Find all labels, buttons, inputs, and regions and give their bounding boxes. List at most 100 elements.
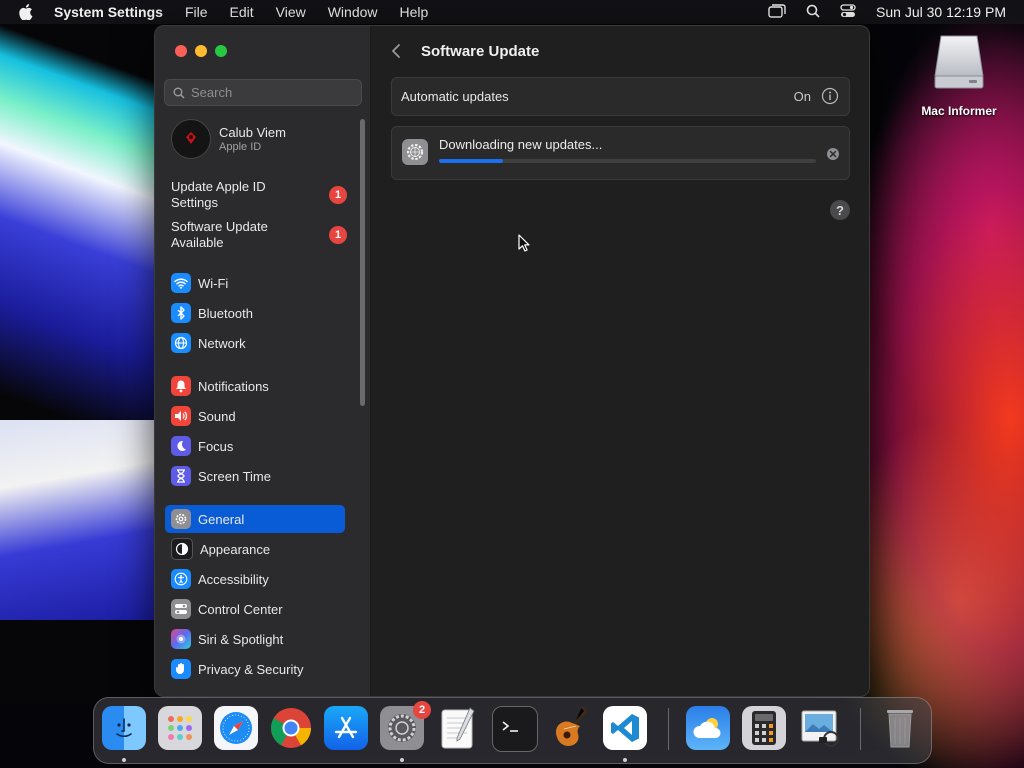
notice-badge: 1 [329,226,347,244]
dock-textedit-icon[interactable] [436,706,480,750]
sidebar-item-label: Focus [198,438,234,454]
sidebar-item-appearance[interactable]: Appearance [165,535,345,563]
notice-label: Software Update Available [171,219,268,250]
dock-running-indicator [400,758,404,762]
sidebar-item-privacy-security[interactable]: Privacy & Security [165,655,345,683]
menu-view[interactable]: View [276,4,306,20]
appearance-icon [171,538,193,560]
bluetooth-icon [171,303,191,323]
notice-badge: 1 [329,186,347,204]
dock-garageband-icon[interactable] [547,705,591,750]
search-field[interactable]: Search [164,79,362,106]
sidebar-item-wifi[interactable]: Wi-Fi [165,269,345,297]
menu-help[interactable]: Help [400,4,429,20]
dock-chrome-icon[interactable] [269,706,313,750]
menu-window[interactable]: Window [328,4,378,20]
help-button[interactable]: ? [830,200,850,220]
account-subtitle: Apple ID [219,141,262,153]
sidebar-item-siri-spotlight[interactable]: Siri & Spotlight [165,625,345,653]
sidebar-item-label: Screen Time [198,468,271,484]
sidebar-item-label: Sound [198,408,236,424]
avatar [171,119,211,159]
pane-header: Software Update [371,26,869,76]
gear-icon [171,509,191,529]
menu-edit[interactable]: Edit [230,4,254,20]
sidebar-item-label: Siri & Spotlight [198,631,284,647]
page-title: Software Update [421,42,540,60]
dock-preview-icon[interactable] [798,706,842,750]
sidebar-item-control-center[interactable]: Control Center [165,595,345,623]
sidebar-item-focus[interactable]: Focus [165,432,345,460]
notice-update-apple-id[interactable]: Update Apple ID Settings 1 [171,179,361,211]
sidebar-item-network[interactable]: Network [165,329,345,357]
search-placeholder: Search [191,85,233,100]
dock-calculator-icon[interactable] [742,706,786,750]
dock-trash-icon[interactable] [878,706,922,750]
bell-icon [171,376,191,396]
zoom-button[interactable] [215,45,227,57]
dock-launchpad-icon[interactable] [158,706,202,750]
sidebar-item-accessibility[interactable]: Accessibility [165,565,345,593]
desktop-drive[interactable]: Mac Informer [914,34,1004,118]
toggles-icon [171,599,191,619]
dock-finder-icon[interactable] [102,706,146,750]
sidebar-item-label: General [198,511,245,527]
dock-terminal-icon[interactable] [492,706,538,752]
drive-label: Mac Informer [921,104,997,118]
hand-icon [171,659,191,679]
sidebar-item-label: Privacy & Security [198,661,304,677]
sidebar-item-bluetooth[interactable]: Bluetooth [165,299,345,327]
menu-app-name[interactable]: System Settings [54,4,163,20]
control-center-icon[interactable] [840,3,856,21]
automatic-updates-label: Automatic updates [401,89,509,104]
sidebar-item-notifications[interactable]: Notifications [165,372,345,400]
screen-mirroring-icon[interactable] [768,3,786,21]
sidebar-item-label: Network [198,335,246,351]
dock-app-store-icon[interactable] [324,706,368,750]
drive-icon [931,34,987,92]
download-progress-fill [439,159,504,163]
automatic-updates-row: Automatic updates On [391,77,850,116]
mouse-cursor-icon [518,234,530,257]
sidebar-item-label: Accessibility [198,571,269,587]
minimize-button[interactable] [195,45,207,57]
close-button[interactable] [175,45,187,57]
siri-icon [171,629,191,649]
system-settings-window: Search Calub Viem Apple ID Update Apple … [154,25,870,697]
sidebar-item-general[interactable]: General [165,505,345,533]
speaker-icon [171,406,191,426]
sidebar-item-screen-time[interactable]: Screen Time [165,462,345,490]
spotlight-search-icon[interactable] [806,4,820,21]
back-chevron-icon[interactable] [391,41,407,61]
accessibility-icon [171,569,191,589]
dock-running-indicator [623,758,627,762]
automatic-updates-value: On [793,89,811,104]
dock-safari-icon[interactable] [214,706,258,750]
apple-menu-icon[interactable] [16,4,36,20]
menubar-clock[interactable]: Sun Jul 30 12:19 PM [876,4,1006,20]
sidebar-item-label: Appearance [200,541,271,557]
apple-id-account[interactable]: Calub Viem Apple ID [171,119,286,159]
sidebar-item-label: Wi-Fi [198,275,229,291]
info-icon[interactable] [821,87,839,110]
hourglass-icon [171,466,191,486]
dock-settings-badge: 2 [413,701,431,719]
dock-weather-icon[interactable] [686,706,730,750]
sidebar-item-label: Notifications [198,378,269,394]
globe-icon [171,333,191,353]
window-controls [175,45,227,57]
cancel-download-icon[interactable] [826,147,840,166]
dock-separator [860,708,861,750]
sidebar-scrollbar[interactable] [360,119,365,406]
dock-running-indicator [122,758,126,762]
download-status-label: Downloading new updates... [439,137,603,152]
menu-file[interactable]: File [185,4,208,20]
wallpaper-left-glow [0,420,160,620]
menubar: System Settings File Edit View Window He… [0,0,1024,24]
software-update-gear-icon [402,139,428,165]
sidebar-item-sound[interactable]: Sound [165,402,345,430]
notice-software-update[interactable]: Software Update Available 1 [171,219,361,251]
dock-vscode-icon[interactable] [603,706,647,750]
sidebar: Search Calub Viem Apple ID Update Apple … [155,26,371,696]
dock-separator [668,708,669,750]
